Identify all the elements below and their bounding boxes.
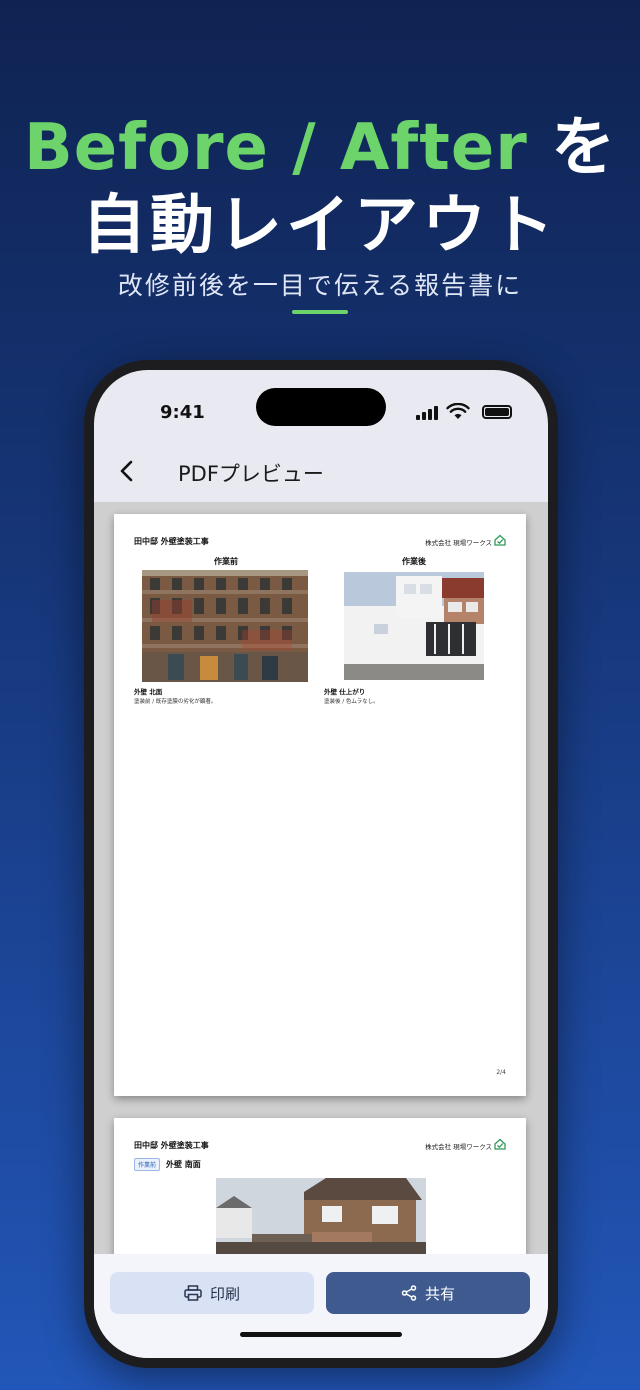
- share-button-label: 共有: [424, 1284, 455, 1303]
- area-label: 外壁 南面: [166, 1160, 201, 1169]
- headline-line1: Before / After を: [0, 111, 640, 186]
- back-button[interactable]: [112, 456, 142, 486]
- headline-particle: を: [551, 111, 617, 185]
- action-bar: 印刷 共有: [94, 1254, 548, 1358]
- south-wall-photo[interactable]: [216, 1178, 426, 1254]
- pdf-page: 田中邸 外壁塗装工事 株式会社 現場ワークス 作業前 外壁 南面: [114, 1118, 526, 1254]
- company-logo-icon: [494, 1138, 506, 1150]
- printer-icon: [184, 1285, 202, 1301]
- status-badge: 作業前: [134, 1158, 161, 1171]
- headline-line2: 自動レイアウト: [82, 188, 558, 263]
- pdf-page-number: 2/4: [496, 1069, 506, 1076]
- share-button[interactable]: 共有: [326, 1272, 530, 1314]
- system-icons: [416, 403, 516, 420]
- pdf-page: 田中邸 外壁塗装工事 株式会社 現場ワークス 作業前 作業後 外壁 北面 塗装前…: [114, 514, 526, 1096]
- status-bar: 9:41: [94, 370, 548, 442]
- promo-headline: Before / After を 自動レイアウト: [0, 111, 640, 263]
- after-caption-text: 塗装後 / 色ムラなし。: [324, 699, 379, 705]
- home-indicator[interactable]: [240, 1332, 402, 1337]
- pdf-project-title: 田中邸 外壁塗装工事: [134, 1141, 209, 1150]
- pdf-company-name: 株式会社 現場ワークス: [425, 539, 492, 547]
- pdf-project-title: 田中邸 外壁塗装工事: [134, 537, 209, 546]
- company-logo-icon: [494, 534, 506, 546]
- print-button-label: 印刷: [209, 1284, 240, 1303]
- dynamic-island: [256, 388, 386, 426]
- wifi-icon: [446, 403, 470, 419]
- pdf-company-name: 株式会社 現場ワークス: [425, 1143, 492, 1151]
- phone-screen: 9:41 PDFプレビュー 田中邸 外壁塗装工事 株式会社 現場ワークス 作業前…: [94, 370, 548, 1358]
- after-photo[interactable]: [344, 572, 484, 680]
- share-icon: [401, 1285, 417, 1301]
- headline-before-after: Before / After: [23, 111, 528, 185]
- navigation-bar: PDFプレビュー: [94, 442, 548, 502]
- after-caption-title: 外壁 仕上がり: [324, 688, 366, 696]
- page-title: PDFプレビュー: [178, 462, 324, 486]
- before-photo[interactable]: [142, 570, 308, 682]
- promo-subline: 改修前後を一目で伝える報告書に: [117, 271, 523, 300]
- status-time: 9:41: [160, 402, 205, 423]
- phone-frame: 9:41 PDFプレビュー 田中邸 外壁塗装工事 株式会社 現場ワークス 作業前…: [84, 360, 558, 1368]
- accent-underline: [292, 310, 348, 314]
- before-caption-title: 外壁 北面: [134, 688, 163, 696]
- print-button[interactable]: 印刷: [110, 1272, 314, 1314]
- after-heading: 作業後: [402, 557, 426, 566]
- battery-icon: [482, 405, 512, 419]
- before-heading: 作業前: [214, 557, 238, 566]
- pdf-preview-scroll[interactable]: 田中邸 外壁塗装工事 株式会社 現場ワークス 作業前 作業後 外壁 北面 塗装前…: [94, 502, 548, 1254]
- before-caption-text: 塗装前 / 既存塗膜の劣化が顕著。: [134, 699, 217, 705]
